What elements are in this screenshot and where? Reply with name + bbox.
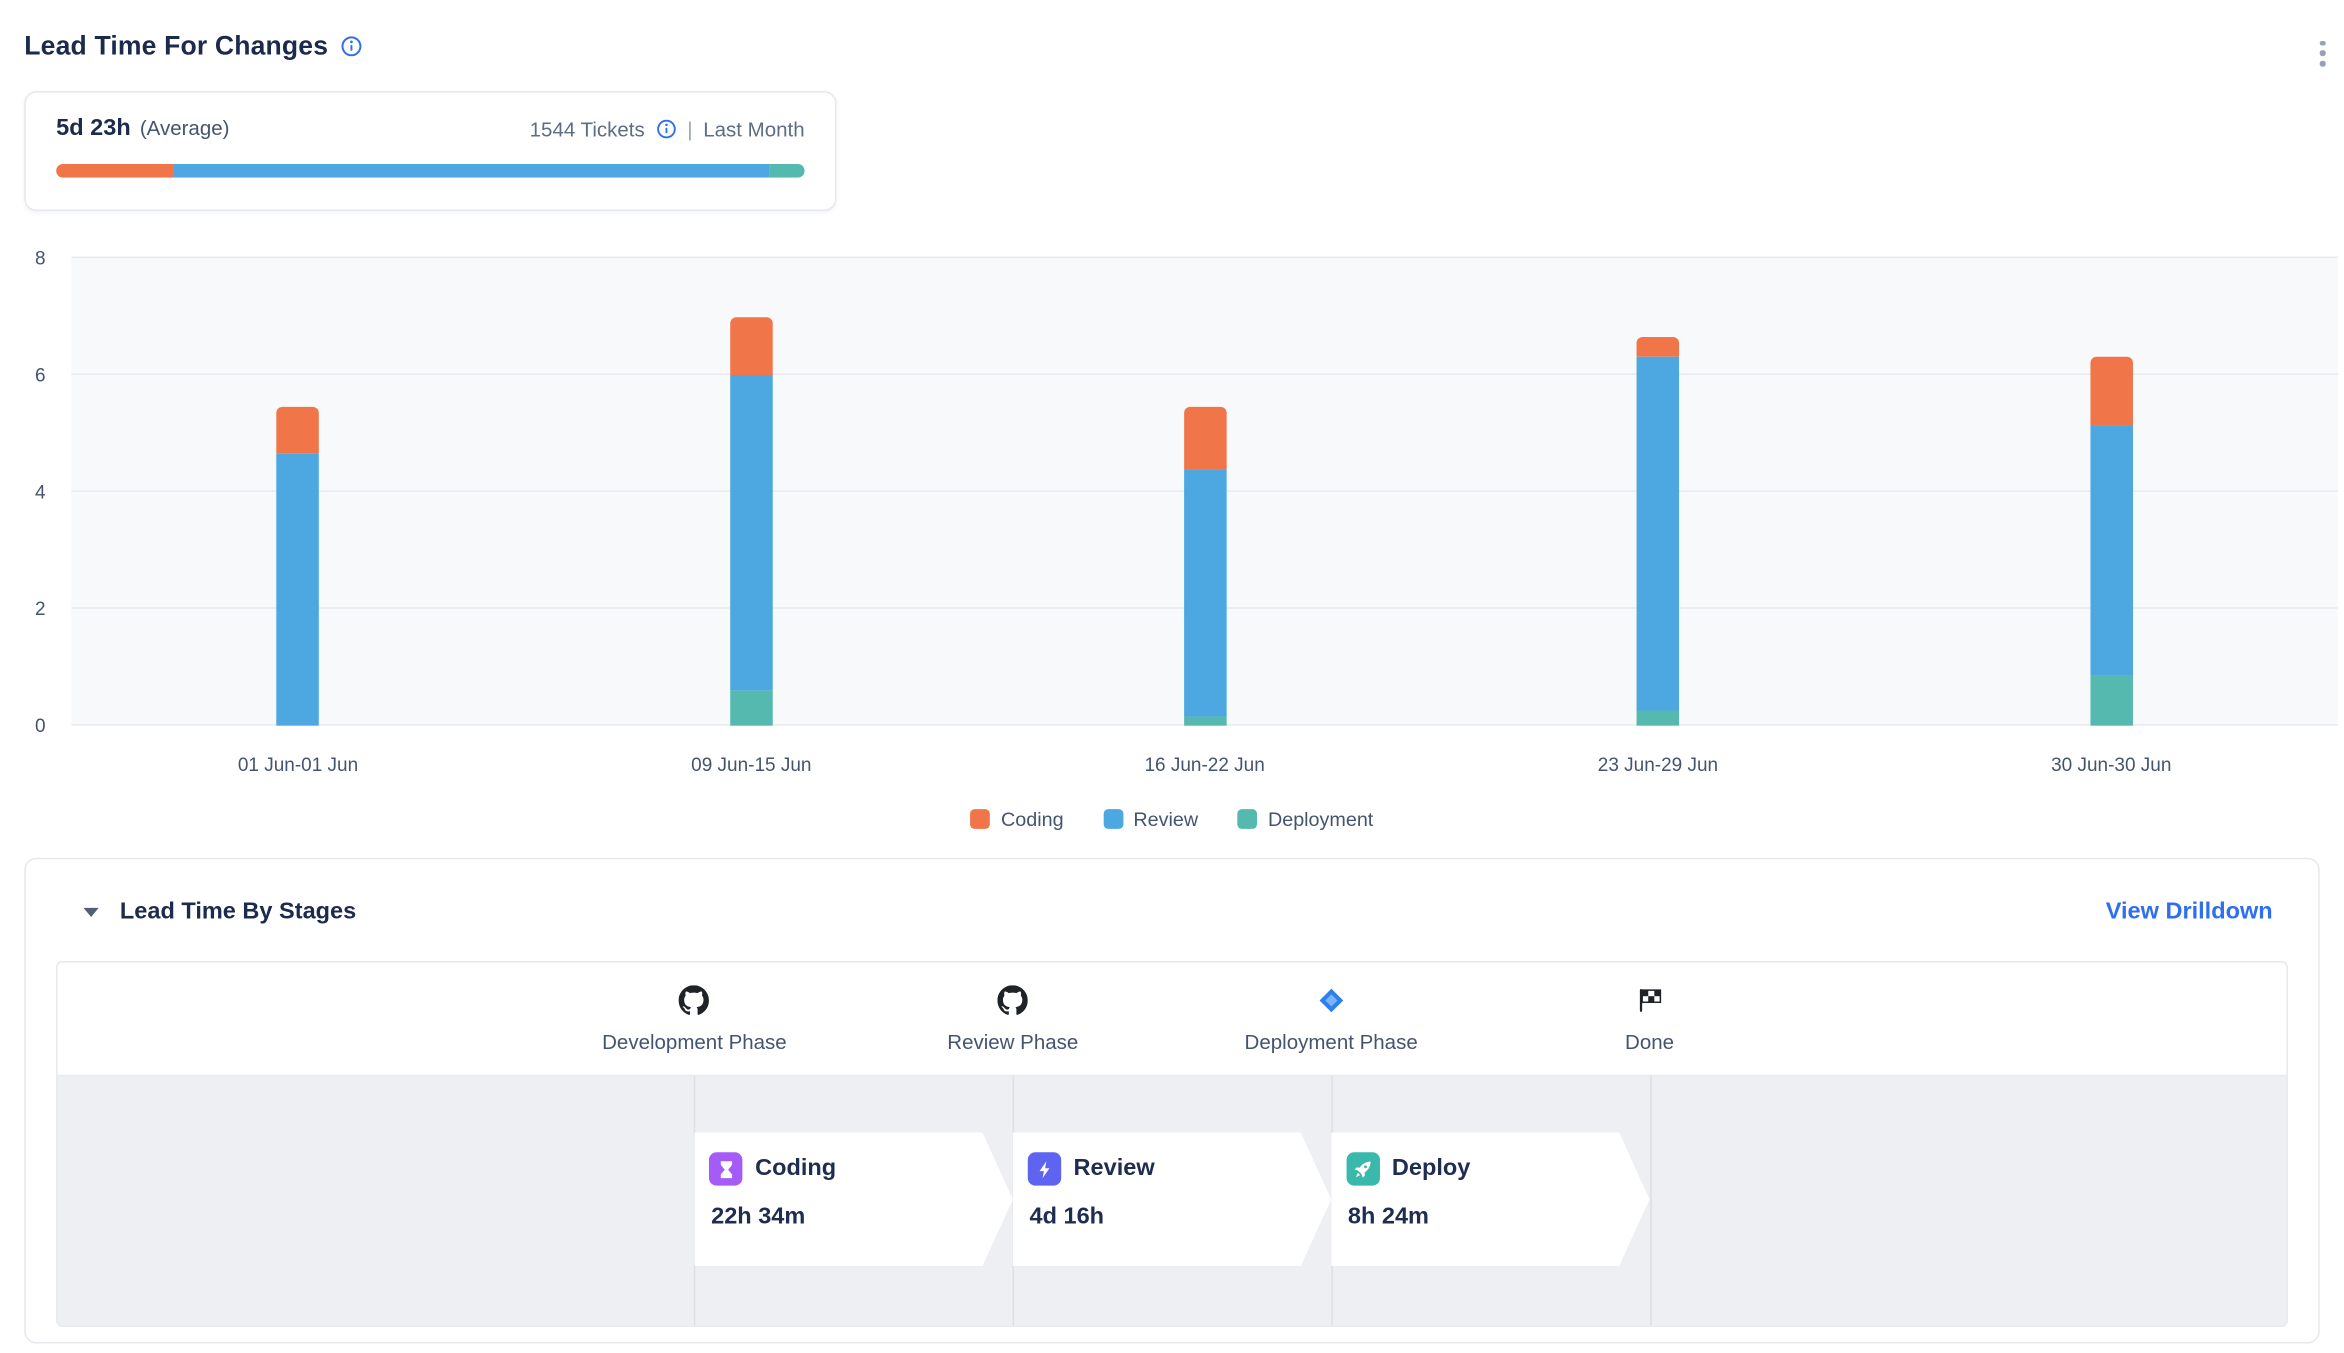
stage-duration: 22h 34m — [710, 1204, 992, 1231]
phase-label: Done — [1483, 1031, 1817, 1054]
bar-segment-deployment — [730, 691, 773, 726]
tickets-count: 1544 Tickets — [530, 118, 645, 141]
stage-name: Deploy — [1392, 1155, 1470, 1182]
summary-segment-deployment — [770, 164, 804, 178]
phase-header-row: Development Phase Review Phase Deploymen… — [58, 962, 2287, 1074]
bar-segment-coding — [277, 407, 320, 454]
bar-segment-deployment — [1183, 717, 1226, 726]
stage-name: Coding — [755, 1155, 836, 1182]
bar-01-jun-01-jun[interactable] — [277, 258, 320, 726]
chart-plot — [71, 258, 2338, 726]
legend-label: Coding — [1001, 808, 1064, 831]
lightning-icon — [1028, 1152, 1061, 1185]
phase-done: Done — [1483, 984, 1817, 1054]
average-value: 5d 23h — [56, 115, 131, 142]
stage-duration: 8h 24m — [1346, 1204, 1628, 1231]
x-tick-label: 01 Jun-01 Jun — [238, 755, 358, 776]
collapse-caret-icon[interactable] — [83, 908, 98, 917]
legend-label: Deployment — [1268, 808, 1373, 831]
phase-deployment: Deployment Phase — [1164, 984, 1498, 1054]
legend-item-deployment[interactable]: Deployment — [1238, 808, 1374, 831]
y-tick-label: 6 — [35, 365, 46, 384]
page-title: Lead Time For Changes — [24, 30, 328, 62]
bar-segment-coding — [2090, 357, 2133, 424]
average-label: (Average) — [140, 117, 230, 140]
bar-23-jun-29-jun[interactable] — [1637, 258, 1680, 726]
bar-segment-deployment — [1637, 711, 1680, 726]
period-label: Last Month — [703, 118, 804, 141]
phase-label: Review Phase — [846, 1031, 1180, 1054]
phase-review: Review Phase — [846, 984, 1180, 1054]
rocket-icon — [1346, 1152, 1379, 1185]
bar-segment-review — [1637, 357, 1680, 711]
stages-panel: Lead Time By Stages View Drilldown Devel… — [24, 858, 2319, 1344]
stages-title: Lead Time By Stages — [120, 899, 356, 926]
stages-table: Development Phase Review Phase Deploymen… — [56, 961, 2288, 1327]
summary-progress-bar — [56, 164, 804, 178]
chart-yaxis: 02468 — [0, 258, 58, 726]
legend-swatch — [1103, 809, 1123, 829]
stage-card-deploy[interactable]: Deploy 8h 24m — [1331, 1133, 1649, 1267]
stage-name: Review — [1074, 1155, 1155, 1182]
view-drilldown-link[interactable]: View Drilldown — [2106, 899, 2273, 926]
widget-header: Lead Time For Changes — [24, 30, 363, 62]
x-tick-label: 16 Jun-22 Jun — [1144, 755, 1264, 776]
y-tick-label: 0 — [35, 716, 46, 735]
column-divider — [1650, 1076, 1652, 1325]
summary-segment-coding — [56, 164, 173, 178]
bar-segment-deployment — [2090, 676, 2133, 726]
summary-card: 5d 23h (Average) 1544 Tickets | Last Mon… — [24, 91, 836, 211]
x-tick-label: 30 Jun-30 Jun — [2051, 755, 2171, 776]
bar-30-jun-30-jun[interactable] — [2090, 258, 2133, 726]
hourglass-icon — [710, 1152, 743, 1185]
phase-label: Development Phase — [527, 1031, 861, 1054]
phase-label: Deployment Phase — [1164, 1031, 1498, 1054]
legend-item-review[interactable]: Review — [1103, 808, 1198, 831]
finish-flag-icon — [1483, 984, 1817, 1017]
bar-segment-coding — [730, 317, 773, 375]
lead-time-chart: 02468 01 Jun-01 Jun09 Jun-15 Jun16 Jun-2… — [0, 258, 2344, 865]
phase-development: Development Phase — [527, 984, 861, 1054]
github-icon — [846, 984, 1180, 1017]
lead-time-widget: Lead Time For Changes 5d 23h (Average) 1… — [0, 0, 2344, 1353]
bar-segment-coding — [1183, 407, 1226, 468]
diamond-icon — [1164, 984, 1498, 1017]
stage-card-review[interactable]: Review 4d 16h — [1013, 1133, 1331, 1267]
stages-header: Lead Time By Stages View Drilldown — [26, 859, 2318, 956]
kebab-menu-icon[interactable] — [2308, 33, 2338, 73]
bar-09-jun-15-jun[interactable] — [730, 258, 773, 726]
github-icon — [527, 984, 861, 1017]
legend-label: Review — [1133, 808, 1198, 831]
separator: | — [687, 118, 692, 141]
chart-xaxis: 01 Jun-01 Jun 09 Jun-15 Jun 16 Jun-22 Jun 2… — [71, 726, 2338, 794]
bar-segment-review — [1183, 469, 1226, 717]
legend-item-coding[interactable]: Coding — [971, 808, 1064, 831]
y-tick-label: 2 — [35, 599, 46, 618]
chart-legend: Coding Review Deployment — [0, 808, 2344, 831]
summary-segment-review — [173, 164, 770, 178]
x-tick-label: 23 Jun-29 Jun — [1598, 755, 1718, 776]
y-tick-label: 4 — [35, 482, 46, 501]
bar-segment-review — [277, 454, 320, 726]
legend-swatch — [1238, 809, 1258, 829]
legend-swatch — [971, 809, 991, 829]
bar-16-jun-22-jun[interactable] — [1183, 258, 1226, 726]
bar-segment-review — [730, 375, 773, 691]
bar-segment-coding — [1637, 337, 1680, 357]
y-tick-label: 8 — [35, 249, 46, 268]
stage-duration: 4d 16h — [1028, 1204, 1310, 1231]
stages-body: Coding 22h 34m Review 4d 16h — [58, 1075, 2287, 1325]
tickets-info-icon[interactable] — [655, 118, 676, 139]
x-tick-label: 09 Jun-15 Jun — [691, 755, 811, 776]
stage-card-coding[interactable]: Coding 22h 34m — [694, 1133, 1012, 1267]
title-info-icon[interactable] — [340, 35, 363, 58]
bar-segment-review — [2090, 425, 2133, 676]
